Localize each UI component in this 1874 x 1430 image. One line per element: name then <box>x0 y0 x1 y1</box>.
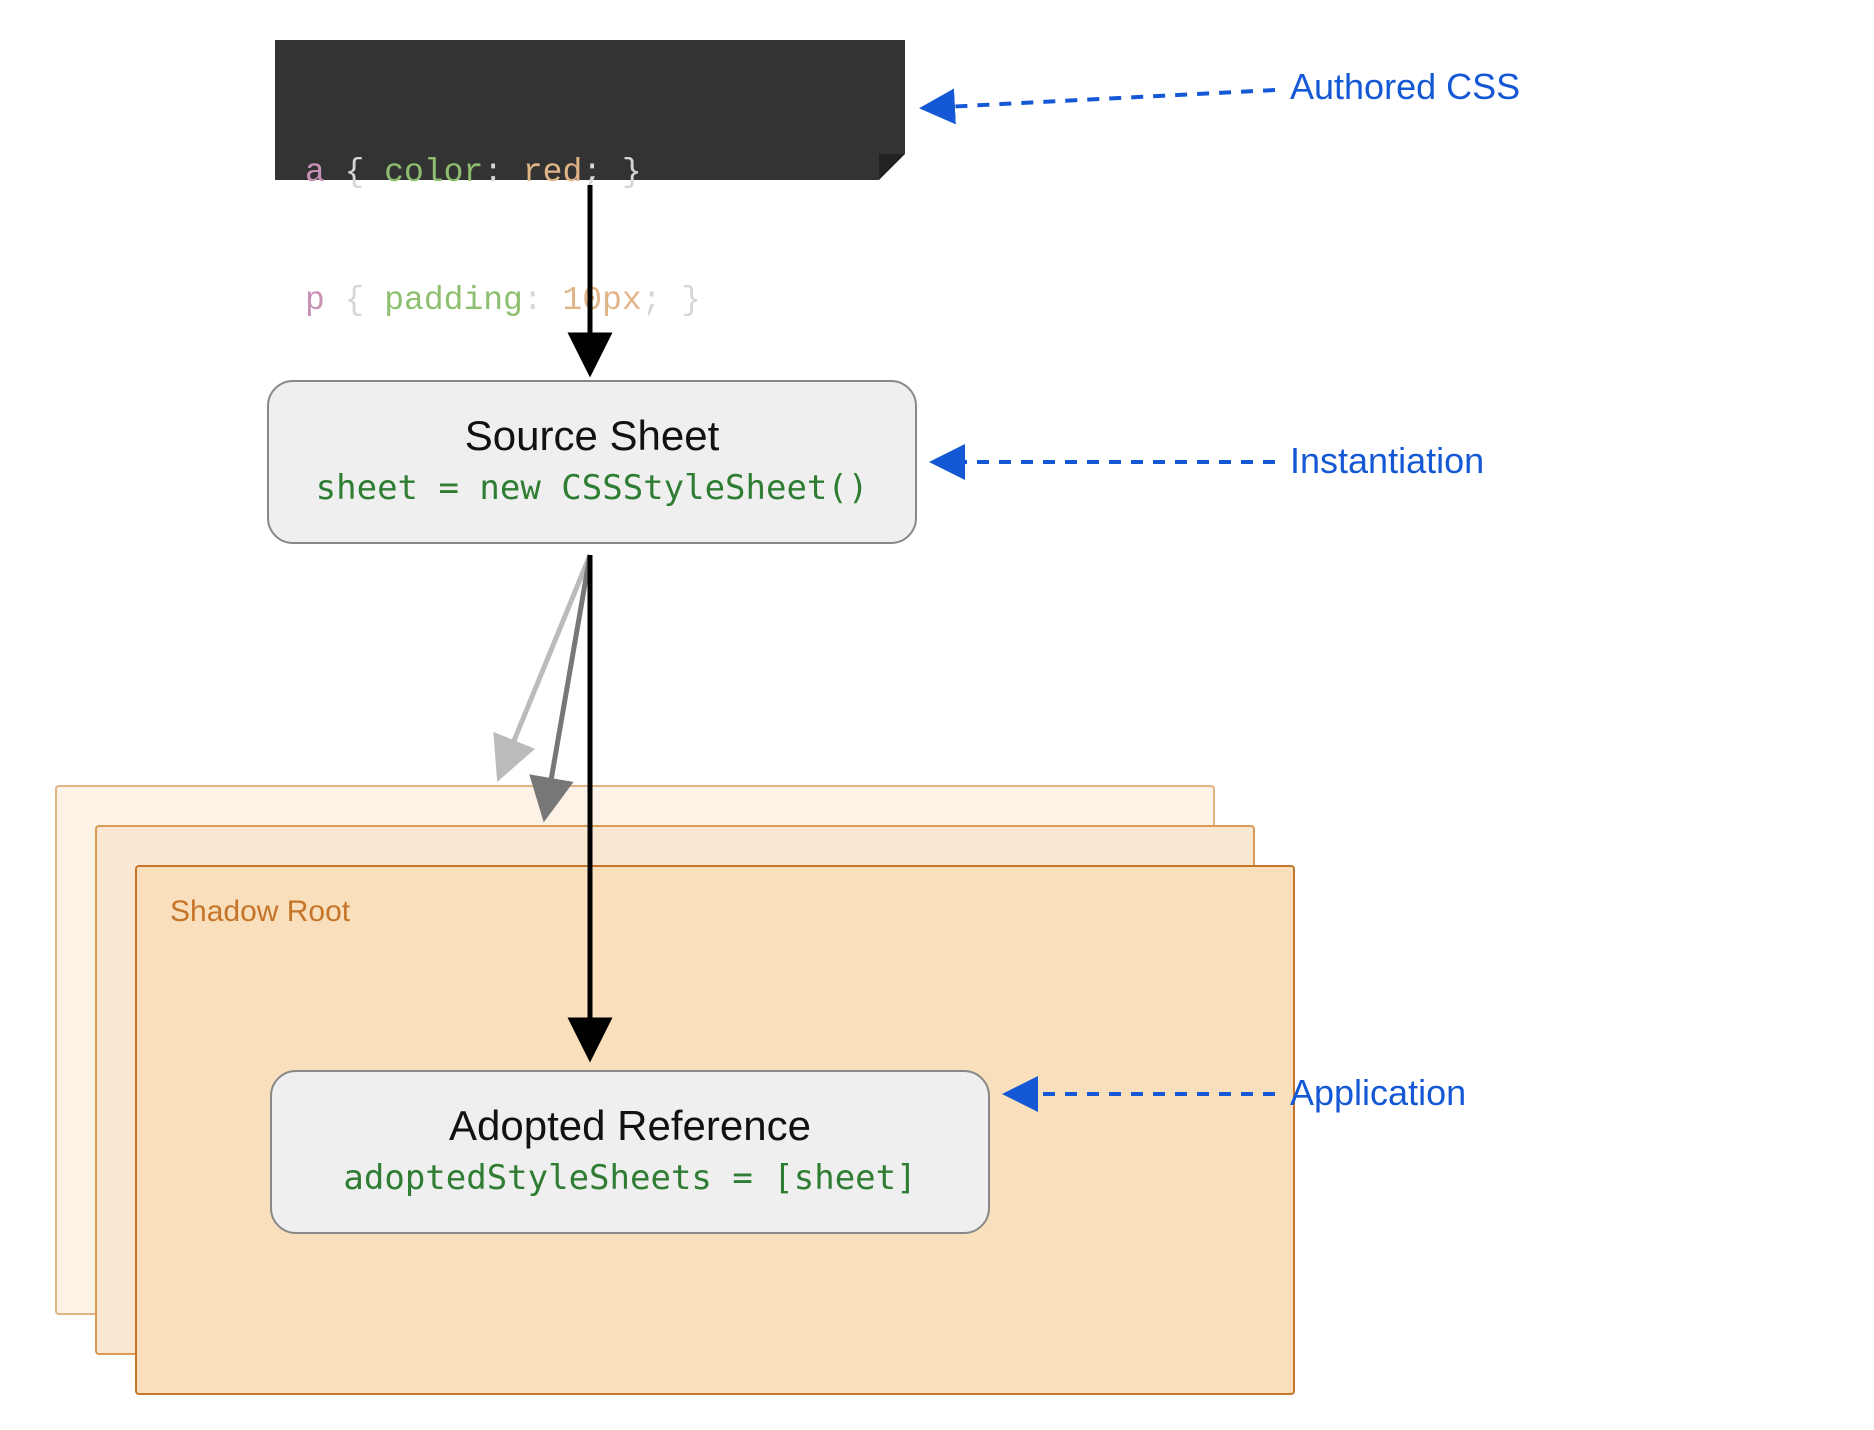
code-line-2: p { padding: 10px; } <box>305 280 875 323</box>
adopted-reference-title: Adopted Reference <box>312 1102 948 1150</box>
authored-css-code-box: a { color: red; } p { padding: 10px; } <box>275 40 905 180</box>
arrow-source-to-stack-back <box>500 555 590 775</box>
source-sheet-title: Source Sheet <box>309 412 875 460</box>
adopted-reference-box: Adopted Reference adoptedStyleSheets = [… <box>270 1070 990 1234</box>
code-line-1: a { color: red; } <box>305 152 875 195</box>
page-fold-icon <box>879 154 905 180</box>
arrow-source-to-stack-mid <box>545 555 590 815</box>
adopted-reference-code: adoptedStyleSheets = [sheet] <box>312 1158 948 1198</box>
arrow-annotation-authored <box>925 90 1275 108</box>
source-sheet-code: sheet = new CSSStyleSheet() <box>309 468 875 508</box>
shadow-root-label: Shadow Root <box>170 895 350 929</box>
annotation-authored-css: Authored CSS <box>1290 66 1520 108</box>
annotation-application: Application <box>1290 1072 1466 1114</box>
source-sheet-box: Source Sheet sheet = new CSSStyleSheet() <box>267 380 917 544</box>
annotation-instantiation: Instantiation <box>1290 440 1484 482</box>
